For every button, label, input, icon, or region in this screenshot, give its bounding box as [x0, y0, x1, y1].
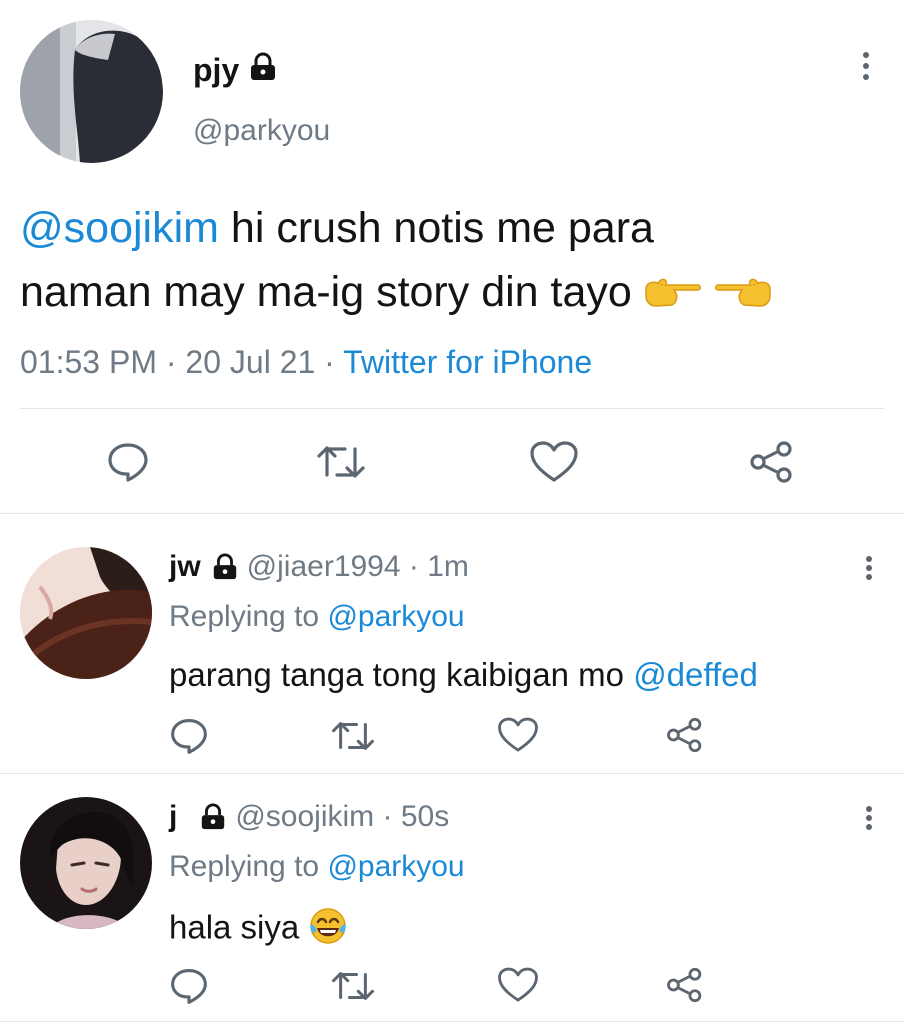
tweet-source[interactable]: Twitter for iPhone — [343, 344, 592, 380]
tweet-text-line-2: naman may ma-ig story din tayo — [20, 260, 880, 327]
author-handle[interactable]: @soojikim — [235, 800, 374, 834]
mention-link[interactable]: @soojikim — [20, 204, 219, 252]
author-handle[interactable]: @jiaer1994 — [247, 550, 401, 584]
reply-icon[interactable] — [106, 440, 150, 484]
tweet-text: @soojikim hi crush notis me para naman m… — [20, 196, 880, 327]
divider — [20, 408, 884, 409]
share-icon[interactable] — [666, 716, 704, 754]
more-options-icon[interactable] — [862, 52, 870, 80]
replying-to: Replying to @parkyou — [169, 600, 465, 633]
more-options-icon[interactable] — [865, 556, 873, 580]
tweet-time: 01:53 PM — [20, 344, 157, 380]
reply-header: jw @jiaer1994 · 1m — [169, 550, 469, 584]
pointing-right-emoji — [644, 263, 702, 327]
like-icon[interactable] — [497, 716, 539, 754]
divider — [0, 1021, 904, 1022]
avatar[interactable] — [20, 20, 163, 163]
tweet-date: 20 Jul 21 — [185, 344, 316, 380]
pointing-left-emoji — [714, 263, 772, 327]
author-name[interactable]: j — [169, 800, 177, 834]
avatar[interactable] — [20, 797, 152, 929]
like-icon[interactable] — [529, 440, 579, 484]
more-options-icon[interactable] — [865, 806, 873, 830]
lock-icon — [199, 803, 227, 831]
retweet-icon[interactable] — [315, 441, 367, 483]
tears-of-joy-emoji — [308, 906, 348, 954]
retweet-icon[interactable] — [330, 717, 376, 755]
divider — [0, 773, 904, 774]
reply-icon[interactable] — [169, 966, 209, 1006]
avatar[interactable] — [20, 547, 152, 679]
reply-header: j @soojikim · 50s — [169, 800, 450, 834]
author-name[interactable]: pjy — [193, 52, 239, 89]
reply-text: parang tanga tong kaibigan mo @deffed — [169, 656, 758, 693]
time-ago: 1m — [427, 550, 469, 583]
author-name[interactable]: jw — [169, 550, 201, 584]
replying-to-link[interactable]: @parkyou — [327, 850, 464, 883]
mention-link[interactable]: @deffed — [633, 656, 758, 693]
author-handle[interactable]: @parkyou — [193, 114, 330, 148]
reply-text: hala siya — [169, 906, 348, 954]
lock-icon — [248, 52, 278, 82]
time-ago: 50s — [400, 800, 450, 833]
retweet-icon[interactable] — [330, 967, 376, 1005]
lock-icon — [211, 553, 239, 581]
share-icon[interactable] — [666, 966, 704, 1004]
tweet-text-line-1: @soojikim hi crush notis me para — [20, 204, 654, 252]
like-icon[interactable] — [497, 966, 539, 1004]
tweet-meta: 01:53 PM · 20 Jul 21 · Twitter for iPhon… — [20, 344, 593, 380]
replying-to: Replying to @parkyou — [169, 850, 465, 883]
divider — [0, 513, 904, 514]
replying-to-link[interactable]: @parkyou — [327, 600, 464, 633]
share-icon[interactable] — [749, 440, 795, 484]
reply-icon[interactable] — [169, 716, 209, 756]
